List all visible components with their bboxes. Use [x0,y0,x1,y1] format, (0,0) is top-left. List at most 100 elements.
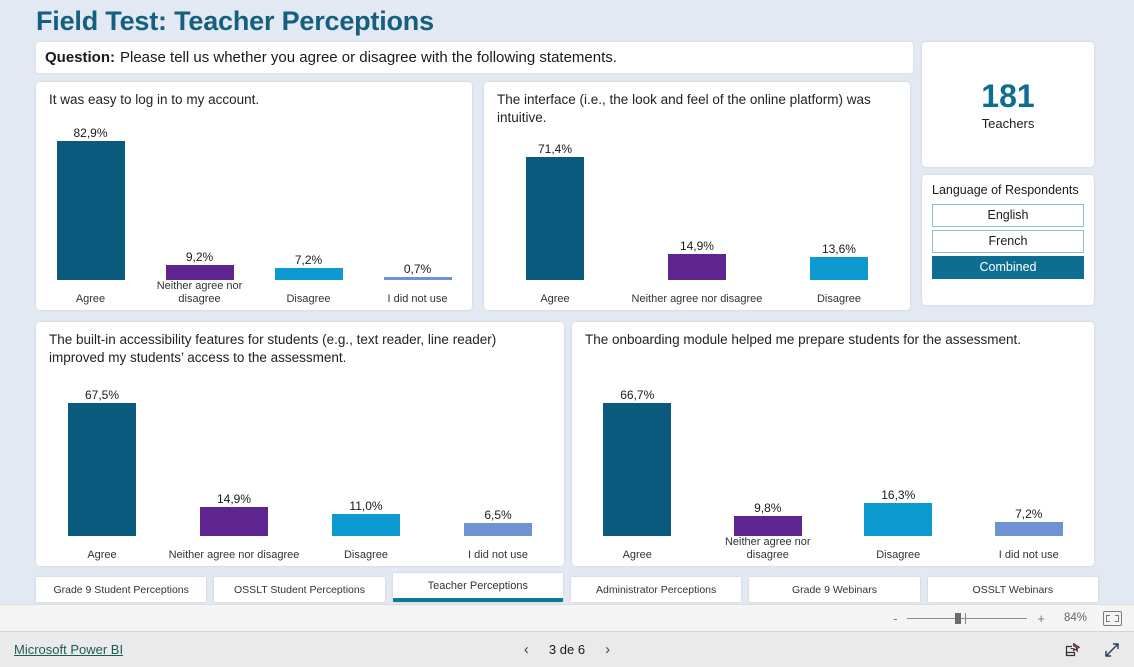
chart-card-onboarding-module[interactable]: The onboarding module helped me prepare … [572,322,1094,566]
bar-rect[interactable] [165,265,234,280]
bar-rect[interactable] [667,254,726,280]
chart-plot-area: 71,4% Agree 14,9% Neither agree nor disagre… [484,140,910,310]
bar-value-label: 13,6% [821,242,856,256]
bar-category-label: Agree [75,293,106,305]
chart-plot-area: 67,5% Agree 14,9% Neither agree nor disagre… [36,386,564,566]
slicer-option-list: English French Combined [932,204,1084,279]
bar-rect[interactable] [994,522,1063,536]
bar-group[interactable]: 13,6% Disagree [768,140,910,310]
bar-group[interactable]: 0,7% I did not use [363,124,472,310]
bar-category-label: I did not use [387,293,448,305]
bar-category-label: Disagree [876,549,921,561]
bar-category-label: I did not use [468,549,528,561]
bar-group[interactable]: 7,2% Disagree [254,124,363,310]
footer-actions [1065,642,1120,658]
bar-rect[interactable] [809,257,868,280]
zoom-slider[interactable] [907,612,1028,624]
bar-value-label: 66,7% [620,388,655,402]
zoom-in-button[interactable]: + [1037,611,1045,626]
bar-category-label: Disagree [343,549,389,561]
fit-to-page-icon[interactable] [1103,610,1122,626]
bar-category-label: Disagree [286,293,331,305]
kpi-card-teacher-count: 181 Teachers [922,42,1094,167]
page-tab-bar: Grade 9 Student Perceptions OSSLT Student… [0,573,1134,604]
page-title: Field Test: Teacher Perceptions [36,6,434,36]
tab-osslt-webinars[interactable]: OSSLT Webinars [927,577,1098,602]
bar-group[interactable]: 6,5% I did not use [432,386,564,566]
bar-group[interactable]: 71,4% Agree [484,140,626,310]
kpi-value: 181 [981,78,1035,114]
bar-value-label: 6,5% [484,508,512,522]
bar-rect[interactable] [603,403,672,536]
slicer-option-english[interactable]: English [932,204,1084,227]
bar-group[interactable]: 14,9% Neither agree nor disagree [168,386,300,566]
chart-card-interface-intuitive[interactable]: The interface (i.e., the look and feel o… [484,82,910,310]
bar-value-label: 9,8% [754,501,782,515]
bar-group[interactable]: 9,8% Neither agree nor disagree [703,386,834,566]
bar-rect[interactable] [383,277,452,280]
zoom-control-bar: - + 84% [0,604,1134,632]
language-slicer: Language of Respondents English French Com… [922,175,1094,305]
bar-group[interactable]: 14,9% Neither agree nor disagree [626,140,768,310]
share-icon[interactable] [1065,642,1082,657]
bar-group[interactable]: 66,7% Agree [572,386,703,566]
page-navigator: ‹ 3 de 6 › [0,641,1134,658]
chart-card-login-ease[interactable]: It was easy to log in to my account. 82,… [36,82,472,310]
bar-rect[interactable] [274,268,343,280]
zoom-slider-thumb[interactable] [955,612,962,624]
previous-page-icon[interactable]: ‹ [524,641,529,658]
chart-card-accessibility-features[interactable]: The built-in accessibility features for … [36,322,564,566]
bar-category-label: Neither agree nor disagree [168,549,300,561]
zoom-out-button[interactable]: - [893,611,897,626]
chart-title: The built-in accessibility features for … [49,332,497,365]
bar-value-label: 7,2% [1015,507,1043,521]
bar-group[interactable]: 7,2% I did not use [964,386,1095,566]
powerbi-brand-link[interactable]: Microsoft Power BI [14,642,123,657]
bar-category-label: Neither agree nor disagree [156,280,243,305]
bar-group[interactable]: 9,2% Neither agree nor disagree [145,124,254,310]
bar-rect[interactable] [200,507,268,536]
bar-rect[interactable] [733,516,802,536]
bar-value-label: 16,3% [881,488,916,502]
tab-teacher-perceptions[interactable]: Teacher Perceptions [392,573,563,602]
bar-value-label: 14,9% [216,492,252,506]
bar-value-label: 7,2% [294,253,323,267]
bar-value-label: 9,2% [185,250,214,264]
tab-osslt-student-perceptions[interactable]: OSSLT Student Perceptions [214,577,385,602]
kpi-label: Teachers [981,116,1035,131]
zoom-slider-tick [965,612,967,624]
bar-group[interactable]: 11,0% Disagree [300,386,432,566]
chart-plot-area: 66,7% Agree 9,8% Neither agree nor disagree… [572,386,1094,566]
chart-title: It was easy to log in to my account. [49,92,260,107]
bar-group[interactable]: 16,3% Disagree [833,386,964,566]
chart-plot-area: 82,9% Agree 9,2% Neither agree nor disagree… [36,124,472,310]
bar-category-label: I did not use [998,549,1059,561]
bar-rect[interactable] [464,523,532,536]
next-page-icon[interactable]: › [605,641,610,658]
bar-group[interactable]: 67,5% Agree [36,386,168,566]
bar-group[interactable]: 82,9% Agree [36,124,145,310]
bar-category-label: Agree [622,549,652,561]
bar-value-label: 82,9% [73,126,108,140]
tab-administrator-perceptions[interactable]: Administrator Perceptions [570,577,742,602]
bar-rect[interactable] [68,403,136,536]
bar-category-label: Neither agree nor disagree [631,293,763,305]
tab-grade-9-student-perceptions[interactable]: Grade 9 Student Perceptions [36,577,207,602]
bar-rect[interactable] [332,514,400,536]
bar-rect[interactable] [56,141,125,280]
page-indicator: 3 de 6 [548,642,586,657]
bar-value-label: 0,7% [403,262,432,276]
question-text: Please tell us whether you agree or disa… [120,49,617,66]
chart-title: The interface (i.e., the look and feel o… [497,92,871,125]
slicer-option-combined[interactable]: Combined [932,256,1084,279]
slicer-title: Language of Respondents [932,183,1079,197]
bar-rect[interactable] [525,157,584,280]
question-label: Question: [45,49,115,66]
bar-value-label: 67,5% [84,388,120,402]
bar-rect[interactable] [864,503,933,536]
tab-grade-9-webinars[interactable]: Grade 9 Webinars [749,577,920,602]
fullscreen-expand-icon[interactable] [1104,642,1120,658]
powerbi-report-viewer: Field Test: Teacher Perceptions Question… [0,0,1134,667]
slicer-option-french[interactable]: French [932,230,1084,253]
report-footer: Microsoft Power BI ‹ 3 de 6 › [0,632,1134,667]
